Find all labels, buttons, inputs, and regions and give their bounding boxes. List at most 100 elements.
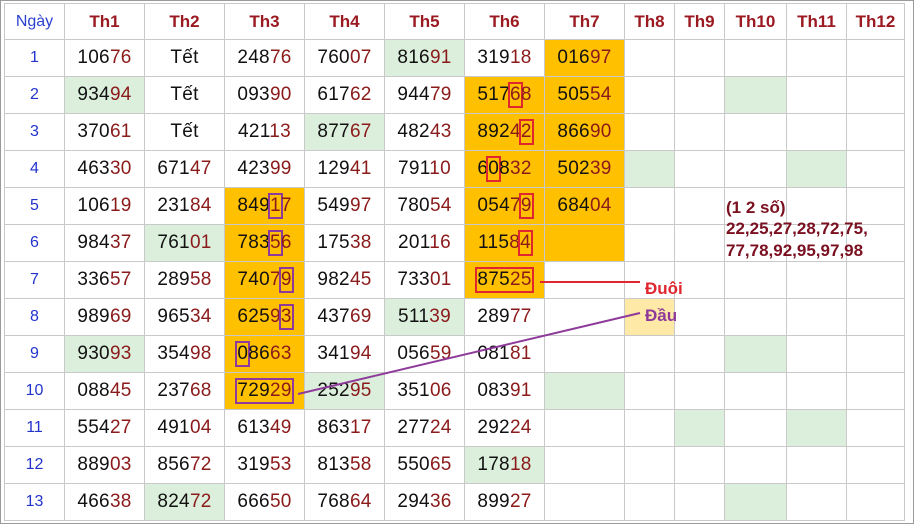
result-cell [544, 335, 625, 373]
result-cell: 51139 [384, 298, 465, 336]
table-row: 1 10676 Tết 24876 76007 81691 31918 01697 [4, 39, 905, 77]
table-row: 4 46330 67147 42399 12941 79110 60832 50239 [4, 150, 905, 188]
empty-cell [724, 446, 787, 484]
label-duoi: Đuôi [645, 279, 683, 298]
result-number: 84917 [237, 192, 291, 219]
table-row: 10 08845 23768 72929 25295 35106 08391 [4, 372, 905, 410]
result-cell: 08845 [64, 372, 145, 410]
result-cell: 10676 [64, 39, 145, 77]
result-cell: 05659 [384, 335, 465, 373]
empty-cell [724, 483, 787, 521]
empty-cell [724, 150, 787, 188]
result-cell: 87767 [304, 113, 385, 151]
empty-cell [674, 39, 725, 77]
empty-cell [624, 372, 675, 410]
table-row: 7 33657 28958 74079 98245 73301 87525 [4, 261, 905, 299]
empty-cell [724, 372, 787, 410]
result-cell: 28977 [464, 298, 545, 336]
result-cell: 67147 [144, 150, 225, 188]
result-cell: 43769 [304, 298, 385, 336]
header-th8: Th8 [624, 3, 675, 40]
table-row: 2 93494 Tết 09390 61762 94479 51768 50554 [4, 76, 905, 114]
result-cell: 86317 [304, 409, 385, 447]
result-cell: 46638 [64, 483, 145, 521]
result-cell: 76864 [304, 483, 385, 521]
day-cell: 6 [4, 224, 65, 262]
table-row: 3 37061 Tết 42113 87767 48243 89242 86690 [4, 113, 905, 151]
result-cell: 17818 [464, 446, 545, 484]
result-cell [544, 298, 625, 336]
result-cell: 96534 [144, 298, 225, 336]
table-row: 11 55427 49104 61349 86317 27724 29224 [4, 409, 905, 447]
result-cell: 55065 [384, 446, 465, 484]
empty-cell [674, 113, 725, 151]
result-cell: 24876 [224, 39, 305, 77]
result-cell [544, 483, 625, 521]
empty-cell [846, 150, 905, 188]
result-cell: 61762 [304, 76, 385, 114]
empty-cell [786, 298, 847, 336]
result-cell: 60832 [464, 150, 545, 188]
empty-cell [624, 76, 675, 114]
result-cell: 08391 [464, 372, 545, 410]
result-cell: 23184 [144, 187, 225, 225]
empty-cell [846, 372, 905, 410]
empty-cell [846, 113, 905, 151]
result-number: 78356 [237, 229, 291, 256]
header-row: Ngày Th1 Th2 Th3 Th4 Th5 Th6 Th7 Th8 Th9… [4, 3, 905, 40]
result-cell: 28958 [144, 261, 225, 299]
result-cell: 88903 [64, 446, 145, 484]
empty-cell [846, 261, 905, 299]
empty-cell [624, 335, 675, 373]
tail-highlight-box: 4 [518, 229, 533, 256]
result-number: 08663 [235, 340, 291, 367]
result-cell: 42113 [224, 113, 305, 151]
note-line-1: 22,25,27,28,72,75, [726, 219, 868, 238]
result-cell: 76101 [144, 224, 225, 262]
empty-cell [786, 39, 847, 77]
table-row: 9 93093 35498 08663 34194 05659 08181 [4, 335, 905, 373]
day-cell: 7 [4, 261, 65, 299]
result-cell: 11584 [464, 224, 545, 262]
result-number: 72929 [235, 377, 294, 404]
label-dau: Đầu [645, 306, 678, 325]
result-cell: 68404 [544, 187, 625, 225]
day-cell: 11 [4, 409, 65, 447]
result-cell: 89927 [464, 483, 545, 521]
result-cell: 51768 [464, 76, 545, 114]
result-number: 62593 [237, 303, 294, 330]
result-cell: 74079 [224, 261, 305, 299]
empty-cell [624, 446, 675, 484]
table-row: 8 98969 96534 62593 43769 51139 28977 [4, 298, 905, 336]
result-number: 89242 [477, 118, 534, 145]
empty-cell [846, 76, 905, 114]
result-cell: 78054 [384, 187, 465, 225]
result-cell [544, 446, 625, 484]
empty-cell [674, 187, 725, 225]
result-cell: 79110 [384, 150, 465, 188]
empty-cell [724, 409, 787, 447]
empty-cell [786, 409, 847, 447]
result-cell: 87525 [464, 261, 545, 299]
head-highlight-box: 3 [278, 303, 294, 330]
empty-cell [786, 113, 847, 151]
empty-cell [624, 150, 675, 188]
result-number: 05479 [477, 192, 534, 219]
result-cell: 81691 [384, 39, 465, 77]
result-cell: 93093 [64, 335, 145, 373]
empty-cell [674, 150, 725, 188]
empty-cell [786, 261, 847, 299]
result-cell: 34194 [304, 335, 385, 373]
table-row: 12 88903 85672 31953 81358 55065 17818 [4, 446, 905, 484]
empty-cell [786, 76, 847, 114]
day-cell: 1 [4, 39, 65, 77]
empty-cell [624, 409, 675, 447]
header-th10: Th10 [724, 3, 787, 40]
empty-cell [674, 335, 725, 373]
result-cell: 94479 [384, 76, 465, 114]
result-cell: 20116 [384, 224, 465, 262]
header-th4: Th4 [304, 3, 385, 40]
empty-cell [674, 372, 725, 410]
tail-highlight-box: 87525 [475, 266, 534, 293]
result-number: 60832 [477, 155, 531, 182]
